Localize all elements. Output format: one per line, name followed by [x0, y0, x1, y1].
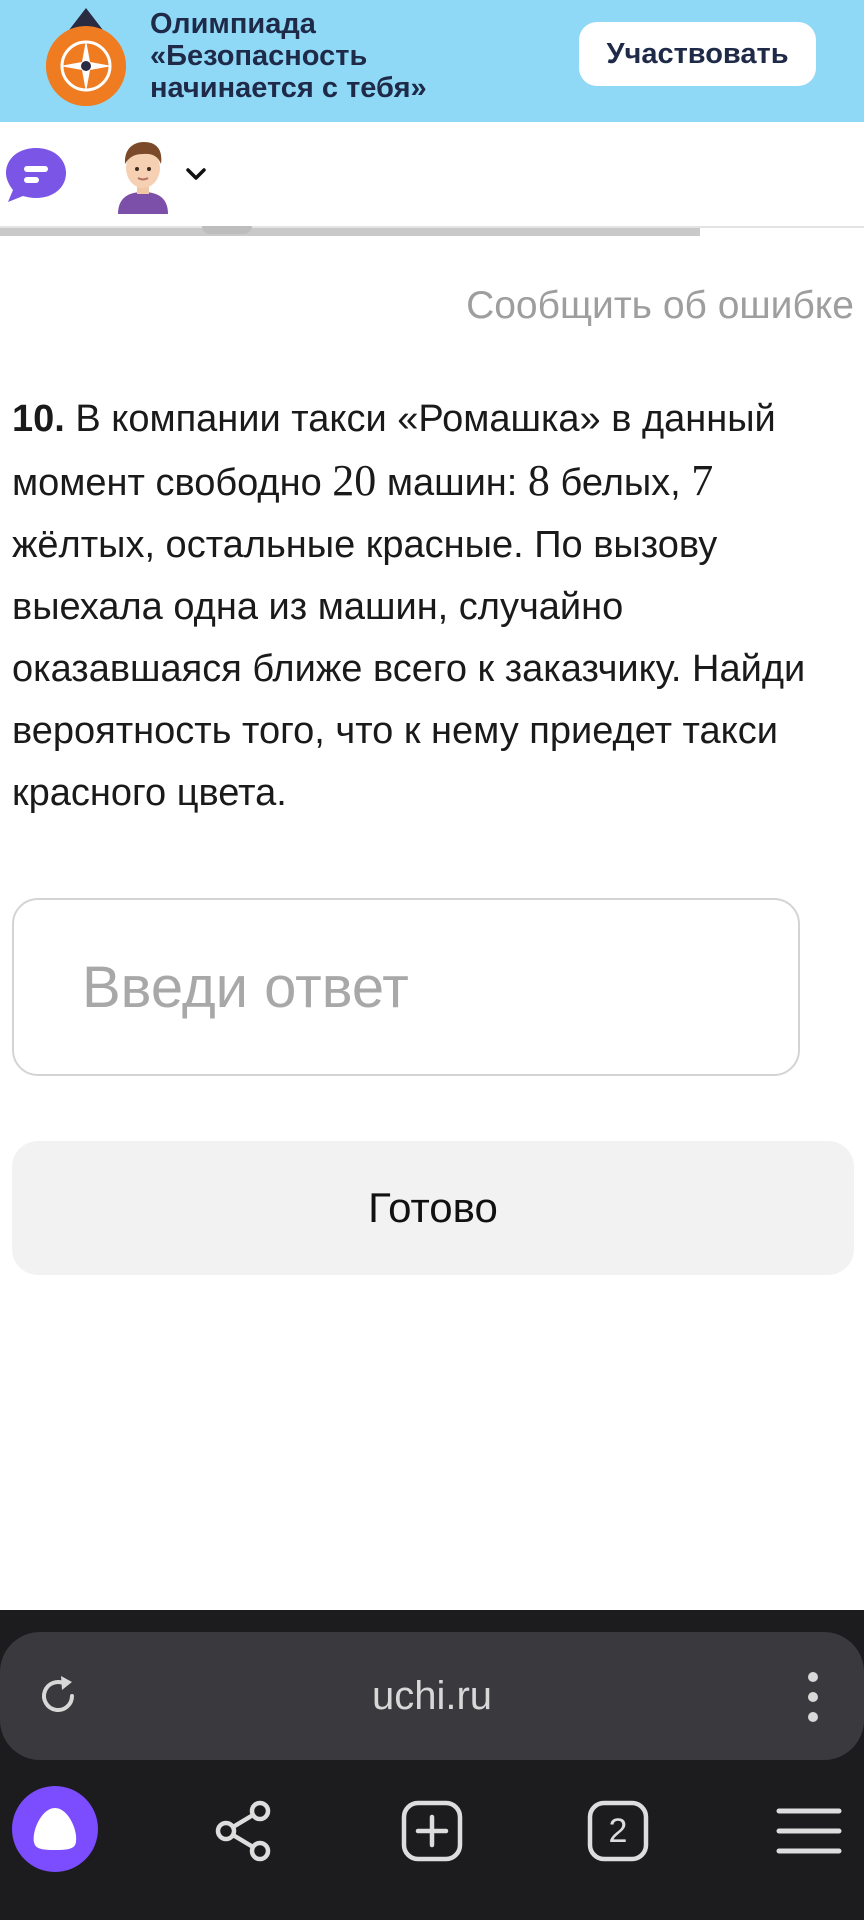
chevron-down-icon[interactable] [184, 164, 208, 184]
new-tab-plus-icon[interactable] [387, 1786, 477, 1876]
white-cars-value: 8 [527, 456, 550, 505]
total-cars-value: 20 [332, 456, 377, 505]
report-error-link[interactable]: Сообщить об ошибке [466, 284, 854, 328]
yellow-cars-value: 7 [691, 456, 714, 505]
progress-indicator [202, 226, 252, 234]
question-text-part: машин: [376, 462, 528, 504]
banner-title: Олимпиада «Безопасность начинается с теб… [150, 8, 427, 104]
browser-nav-bar: 2 [0, 1786, 864, 1906]
url-text[interactable]: uchi.ru [0, 1632, 864, 1760]
question-text-part: жёлтых, остальные красные. По вызову вые… [12, 524, 806, 814]
browser-bottom-bar: uchi.ru 2 [0, 1610, 864, 1920]
done-button[interactable]: Готово [12, 1141, 854, 1275]
address-bar[interactable]: uchi.ru [0, 1632, 864, 1760]
avatar[interactable] [112, 136, 174, 214]
reload-icon[interactable] [34, 1672, 82, 1720]
participate-button[interactable]: Участвовать [579, 22, 816, 86]
olympiad-banner[interactable]: Олимпиада «Безопасность начинается с теб… [0, 0, 864, 122]
answer-input[interactable] [12, 898, 800, 1076]
tab-count: 2 [608, 1811, 628, 1850]
question-text-part: белых, [549, 462, 692, 504]
kebab-menu-icon[interactable] [800, 1670, 826, 1724]
share-icon[interactable] [199, 1786, 289, 1876]
app-toolbar [0, 122, 864, 228]
olympiad-compass-logo-icon [46, 8, 126, 106]
hamburger-menu-icon[interactable] [764, 1786, 854, 1876]
question-number: 10. [12, 398, 65, 440]
question-text: 10. В компании такси «Ромашка» в данный … [12, 388, 854, 824]
tabs-counter-icon[interactable]: 2 [573, 1786, 663, 1876]
chat-bubble-icon[interactable] [4, 146, 68, 204]
alice-assistant-icon[interactable] [12, 1786, 98, 1872]
task-progress-bar [0, 228, 700, 236]
